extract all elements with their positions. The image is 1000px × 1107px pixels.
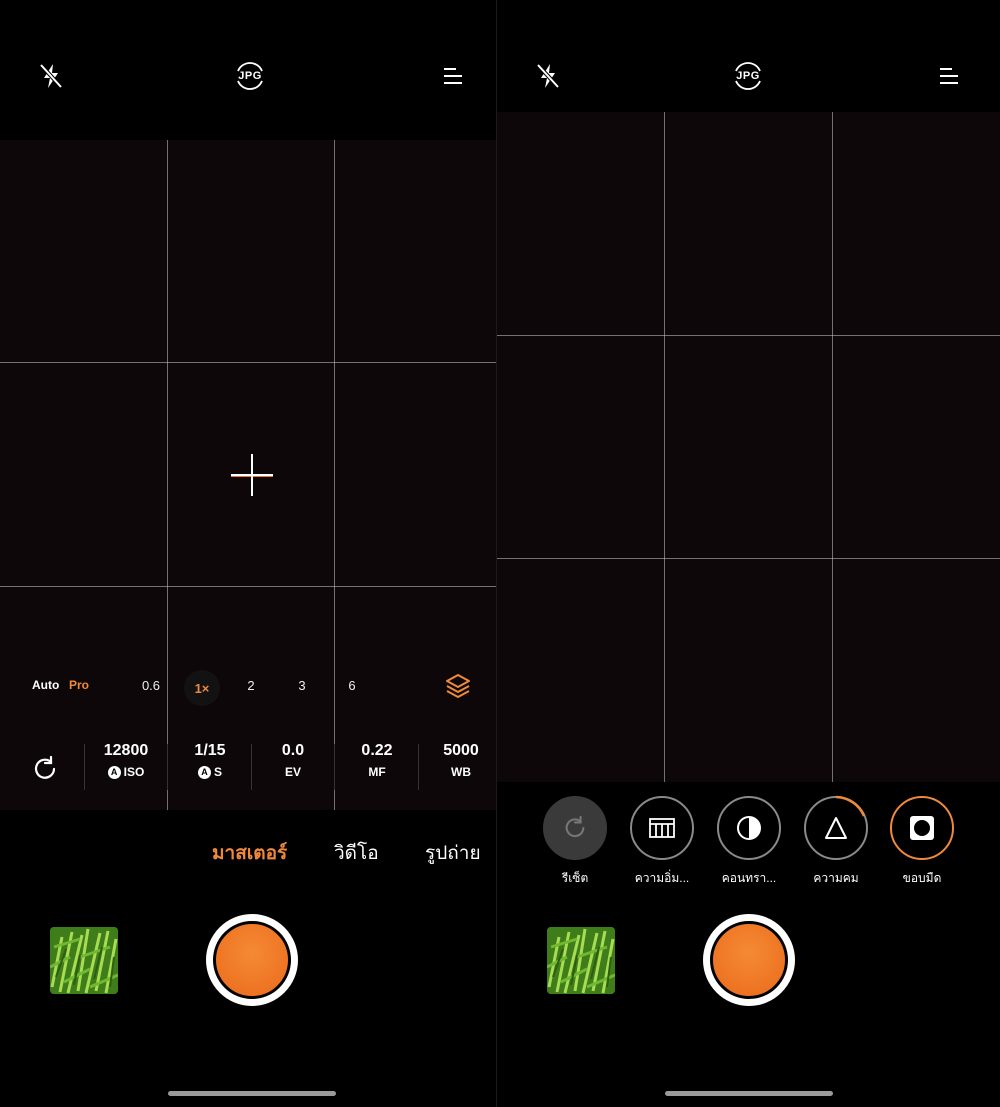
divider	[167, 744, 168, 790]
grid-line	[497, 558, 1000, 559]
param-ev-label: EV	[284, 765, 301, 779]
gallery-thumbnail[interactable]	[547, 927, 615, 994]
tool-saturation-label: ความอิ่ม...	[634, 871, 690, 885]
grid-line	[0, 362, 496, 363]
shutter-button[interactable]	[206, 914, 298, 1006]
vignette-icon	[890, 796, 954, 860]
layers-icon[interactable]	[442, 670, 474, 702]
tool-contrast-label: คอนทรา...	[721, 871, 777, 885]
jpg-format-icon[interactable]: JPG	[724, 52, 772, 100]
zoom-option-1x[interactable]: 1×	[184, 670, 220, 706]
grid-line	[497, 335, 1000, 336]
param-mf-value: 0.22	[361, 742, 393, 759]
menu-icon[interactable]	[925, 52, 973, 100]
focus-crosshair-icon	[231, 454, 273, 496]
param-wb[interactable]: 5000 WB	[427, 740, 495, 796]
divider	[251, 744, 252, 790]
zoom-row: Auto Pro 0.6 1× 2 3 6	[0, 668, 496, 706]
divider	[418, 744, 419, 790]
tab-master[interactable]: มาสเตอร์	[212, 838, 287, 868]
jpg-format-icon[interactable]: JPG	[226, 52, 274, 100]
param-shutter-value: 1/15	[194, 742, 226, 759]
mode-pro-toggle[interactable]: Pro	[69, 678, 89, 692]
param-mf[interactable]: 0.22 MF	[343, 740, 411, 796]
zoom-option-2[interactable]: 2	[236, 678, 266, 693]
param-mf-label: MF	[368, 765, 386, 779]
grid-line	[167, 140, 168, 810]
divider	[84, 744, 85, 790]
param-iso-label: ISO	[123, 765, 145, 779]
pro-params-row: 12800 A ISO 1/15 AS 0.0 EV 0.22 MF 5000 W…	[0, 740, 496, 800]
adjustment-tools: รีเซ็ต ความอิ่ม... คอนทรา... ความคม ขอบม…	[497, 795, 1000, 896]
saturation-icon	[630, 796, 694, 860]
tab-video[interactable]: วิดีโอ	[334, 838, 379, 868]
contrast-icon	[717, 796, 781, 860]
tool-sharpness[interactable]: ความคม	[791, 795, 881, 888]
top-bar: JPG	[0, 52, 496, 100]
param-wb-label: WB	[451, 765, 471, 779]
grid-line	[664, 112, 665, 782]
mode-tabs: มาสเตอร์ วิดีโอ รูปถ่าย	[0, 838, 496, 872]
zoom-option-0.6[interactable]: 0.6	[136, 678, 166, 693]
param-ev-value: 0.0	[281, 742, 305, 759]
divider	[334, 744, 335, 790]
flash-off-icon[interactable]	[27, 52, 75, 100]
param-iso[interactable]: 12800 A ISO	[92, 740, 160, 796]
param-shutter-label: S	[213, 765, 222, 779]
tool-vignette-label: ขอบมืด	[902, 871, 942, 885]
grid-line	[0, 586, 496, 587]
format-label: JPG	[736, 70, 760, 82]
flash-off-icon[interactable]	[524, 52, 572, 100]
home-indicator[interactable]	[168, 1091, 336, 1096]
zoom-option-3[interactable]: 3	[287, 678, 317, 693]
param-shutter[interactable]: 1/15 AS	[176, 740, 244, 796]
grid-line	[832, 112, 833, 782]
tool-reset[interactable]: รีเซ็ต	[530, 796, 620, 888]
camera-pro-screen: JPG Auto Pro 0.6 1× 2 3 6 12800 A ISO 1/…	[0, 0, 496, 1107]
camera-tools-screen: JPG รีเซ็ต ความอิ่ม... คอนทรา... ความคม …	[497, 0, 1000, 1107]
param-ev[interactable]: 0.0 EV	[259, 740, 327, 796]
tab-photo[interactable]: รูปถ่าย	[425, 838, 481, 868]
tool-vignette[interactable]: ขอบมืด	[877, 796, 967, 888]
param-iso-value: 12800	[103, 742, 149, 759]
home-indicator[interactable]	[665, 1091, 833, 1096]
tool-contrast[interactable]: คอนทรา...	[704, 796, 794, 888]
tool-sharpness-label: ความคม	[813, 871, 859, 885]
shutter-button[interactable]	[703, 914, 795, 1006]
tool-saturation[interactable]: ความอิ่ม...	[617, 796, 707, 888]
gallery-thumbnail[interactable]	[50, 927, 118, 994]
viewfinder[interactable]	[497, 112, 1000, 782]
sharpness-icon	[804, 795, 868, 860]
auto-badge-icon: A	[197, 765, 211, 779]
auto-badge-icon: A	[107, 765, 121, 779]
grid-line	[334, 140, 335, 810]
mode-auto-toggle[interactable]: Auto	[32, 678, 59, 692]
format-label: JPG	[238, 70, 262, 82]
tool-reset-label: รีเซ็ต	[561, 871, 589, 885]
param-wb-value: 5000	[443, 742, 479, 759]
menu-icon[interactable]	[429, 52, 477, 100]
top-bar: JPG	[497, 52, 1000, 100]
reset-icon[interactable]	[28, 752, 62, 786]
zoom-option-6[interactable]: 6	[337, 678, 367, 693]
reset-icon	[543, 796, 607, 860]
